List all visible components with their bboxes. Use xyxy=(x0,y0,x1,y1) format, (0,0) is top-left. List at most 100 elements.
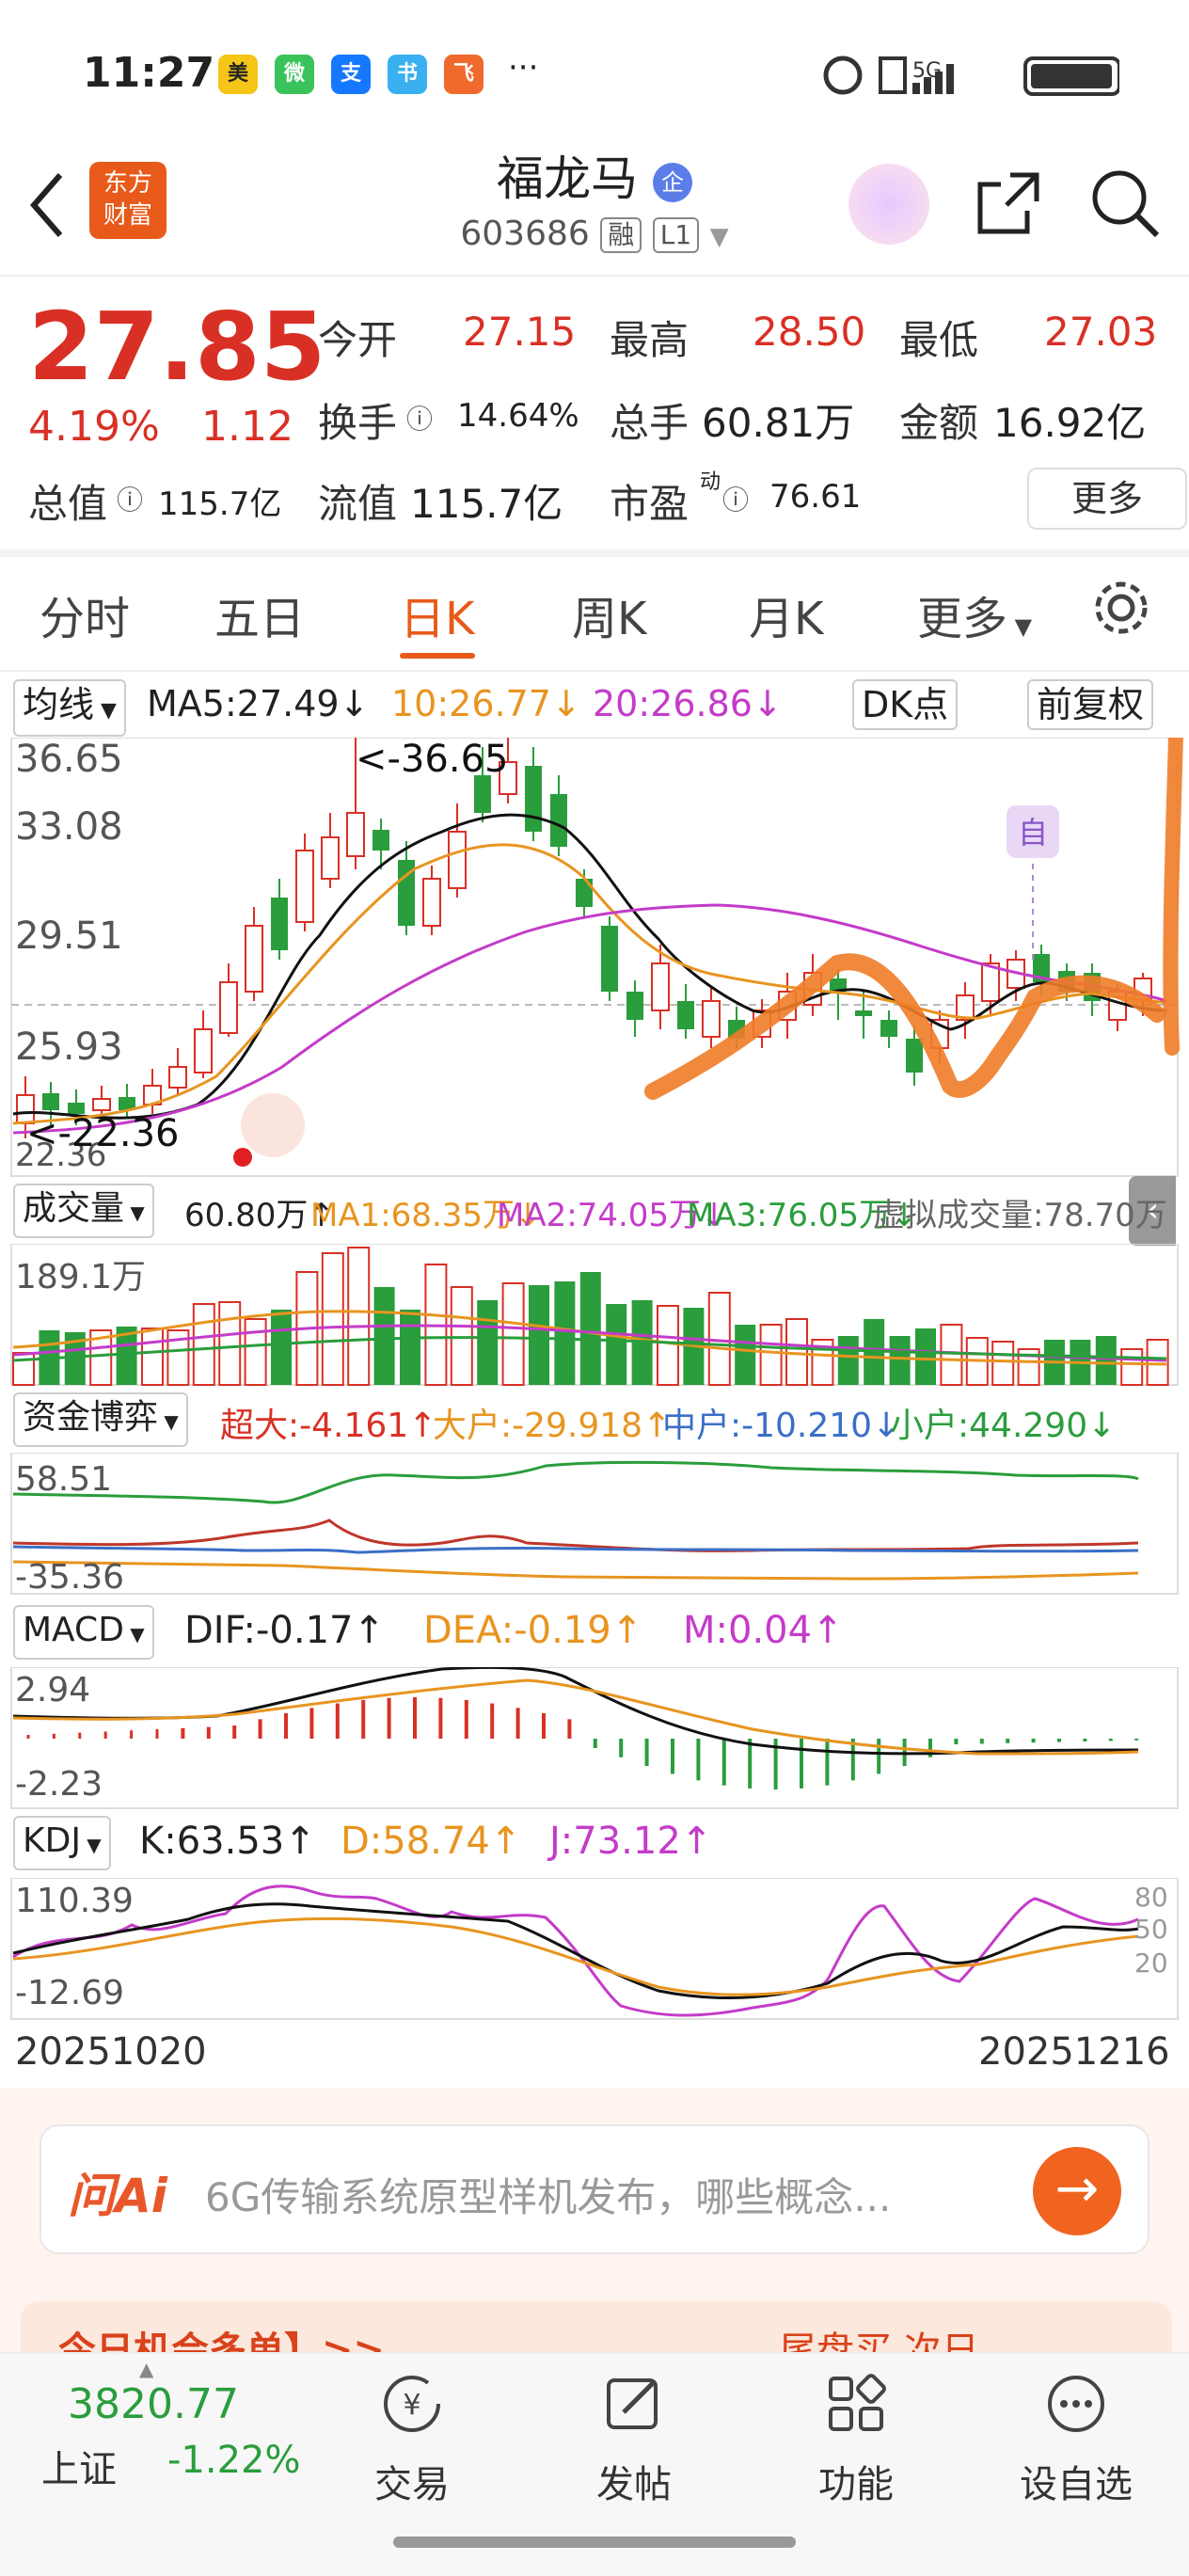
candle-body xyxy=(168,1066,187,1089)
candle-body xyxy=(702,1000,721,1038)
macd-select[interactable]: MACD ▼ xyxy=(13,1605,154,1660)
last-price: 27.85 xyxy=(28,292,326,402)
self-tag[interactable]: 自 xyxy=(1018,809,1048,852)
low-value: 27.03 xyxy=(1044,309,1158,355)
tab-more[interactable]: 更多 ▼ xyxy=(917,581,1032,647)
nav-post-label: 发帖 xyxy=(596,2463,672,2506)
volume-bar xyxy=(501,1282,525,1386)
robot-avatar-icon[interactable] xyxy=(848,164,929,245)
high-label: 最高 xyxy=(610,317,690,363)
volume-bar xyxy=(837,1336,859,1385)
status-right-icons: 5G xyxy=(823,56,1119,96)
candle-body xyxy=(219,981,238,1034)
fund-mid: 中户:-10.210↓ xyxy=(662,1407,901,1445)
dropdown-icon[interactable]: ▼ xyxy=(710,223,729,251)
ai-placeholder: 6G传输系统原型样机发布，哪些概念... xyxy=(205,2174,892,2220)
settings-gear-icon[interactable] xyxy=(1091,578,1151,638)
volume-bar xyxy=(707,1292,731,1386)
active-tab-indicator xyxy=(400,653,475,659)
volume-bar xyxy=(759,1324,783,1386)
low-label: 最低 xyxy=(899,317,979,363)
volume-label: 总手 xyxy=(610,400,690,446)
fund-small: 小户:44.290↓ xyxy=(890,1407,1117,1445)
tab-weekly-k[interactable]: 周K xyxy=(572,581,646,647)
functions-grid-icon xyxy=(829,2374,886,2431)
status-time: 11:27 xyxy=(83,49,215,97)
candle-body xyxy=(906,1039,923,1073)
candle-body xyxy=(576,879,593,907)
candle-body xyxy=(346,812,365,857)
high-value: 28.50 xyxy=(753,309,866,355)
pe-dynamic-sup: 动 xyxy=(700,470,721,494)
promo-banner[interactable]: 今日机会多单】>> 尾盘买 次日 xyxy=(21,2301,1172,2354)
ma10-value: 10:26.77↓ xyxy=(391,683,581,724)
ma5-value: MA5:27.49↓ xyxy=(147,683,370,724)
nav-trade[interactable]: ¥ 交易 xyxy=(337,2361,487,2508)
volume-bar xyxy=(192,1303,215,1386)
more-button[interactable]: 更多 xyxy=(1027,468,1187,530)
meituan-icon: 美 xyxy=(218,55,258,94)
candle-body xyxy=(422,878,441,927)
macd-axis-bottom: -2.23 xyxy=(15,1765,103,1804)
open-label: 今开 xyxy=(318,317,398,363)
info-icon-3[interactable]: ⓘ xyxy=(722,480,749,517)
candle-body xyxy=(295,850,314,923)
home-indicator xyxy=(393,2536,796,2548)
adjust-select[interactable]: 前复权 xyxy=(1027,679,1154,730)
fund-axis-top: 58.51 xyxy=(15,1460,113,1499)
fund-flow-chart[interactable] xyxy=(0,1453,1189,1596)
macd-dif: DIF:-0.17↑ xyxy=(184,1609,385,1652)
candle-body xyxy=(525,766,542,832)
date-end: 20251216 xyxy=(978,2030,1170,2074)
ai-search-box[interactable]: 问Ai 6G传输系统原型样机发布，哪些概念... → xyxy=(40,2124,1149,2254)
candle-body xyxy=(550,794,567,847)
volume-select[interactable]: 成交量 ▼ xyxy=(13,1184,154,1238)
volume-bar xyxy=(12,1352,35,1386)
price-axis-top: 36.65 xyxy=(15,738,123,781)
nav-functions[interactable]: 功能 xyxy=(781,2361,931,2508)
macd-chart[interactable] xyxy=(0,1667,1189,1810)
more-dots-icon xyxy=(1048,2376,1104,2432)
nav-watchlist[interactable]: 设自选 xyxy=(1001,2361,1151,2508)
high-annotation: <-36.65 xyxy=(356,738,509,781)
share-icon[interactable] xyxy=(973,167,1044,239)
tab-monthly-k[interactable]: 月K xyxy=(749,581,823,647)
l1-badge: L1 xyxy=(652,217,700,253)
more-notifications-icon: ··· xyxy=(508,49,539,87)
search-icon[interactable] xyxy=(1087,166,1163,241)
tabs-divider xyxy=(0,670,1189,672)
section-divider xyxy=(0,549,1189,557)
index-ticker[interactable]: ▲ 3820.77 上证 -1.22% xyxy=(0,2352,301,2491)
volume-chart[interactable] xyxy=(0,1244,1189,1387)
volume-bar xyxy=(1120,1348,1144,1386)
volume-bar xyxy=(218,1301,242,1386)
tab-5day[interactable]: 五日 xyxy=(214,581,305,647)
candle-body xyxy=(321,836,340,880)
enterprise-badge: 企 xyxy=(652,162,692,202)
macd-dea: DEA:-0.19↑ xyxy=(423,1609,643,1652)
volume-bar xyxy=(400,1310,420,1385)
candle-body xyxy=(601,926,618,992)
info-icon[interactable]: ⓘ xyxy=(406,399,433,437)
ticker-up-icon: ▲ xyxy=(139,2358,154,2380)
kdj-chart[interactable] xyxy=(0,1878,1189,2021)
nav-post[interactable]: 发帖 xyxy=(559,2361,709,2508)
kdj-select[interactable]: KDJ ▼ xyxy=(13,1816,111,1870)
info-icon-2[interactable]: ⓘ xyxy=(117,480,143,517)
volume-value: 60.81万 xyxy=(702,400,855,446)
volume-bar xyxy=(915,1328,936,1385)
dk-point-select[interactable]: DK点 xyxy=(852,679,959,730)
volume-bar xyxy=(940,1324,963,1386)
tab-daily-k[interactable]: 日K xyxy=(400,581,474,647)
rong-badge: 融 xyxy=(600,217,642,253)
ma-select[interactable]: 均线 ▼ xyxy=(13,679,126,737)
fund-large: 大户:-29.918↑ xyxy=(433,1407,672,1445)
ai-logo: 问Ai xyxy=(68,2169,167,2223)
fund-select[interactable]: 资金博弈 ▼ xyxy=(13,1392,188,1447)
candle-body xyxy=(651,962,670,1011)
tab-intraday[interactable]: 分时 xyxy=(40,581,130,647)
candle-body xyxy=(448,831,467,889)
candle-body xyxy=(880,1020,897,1037)
index-name: 上证 xyxy=(41,2448,117,2491)
ai-send-arrow-icon[interactable]: → xyxy=(1033,2147,1121,2235)
